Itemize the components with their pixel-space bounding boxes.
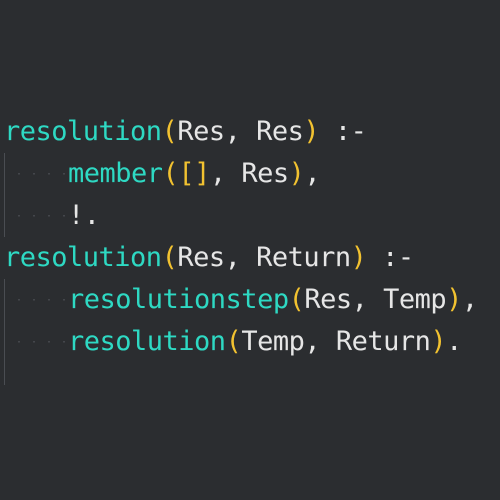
code-line-5: ···· resolutionstep(Res, Temp), xyxy=(4,279,478,321)
neck-operator: :- xyxy=(319,116,367,147)
predicate-name: resolution xyxy=(4,116,162,147)
code-line-1: resolution(Res, Res) :- xyxy=(4,111,367,153)
code-line-2: ···· member([], Res), xyxy=(4,153,321,195)
predicate-name: member xyxy=(68,158,163,189)
predicate-name: resolution xyxy=(4,242,162,273)
open-paren: ( xyxy=(161,116,178,147)
whitespace-dots-icon: ···· xyxy=(16,169,77,180)
comma: , xyxy=(304,158,321,189)
period: . xyxy=(446,326,462,357)
whitespace-dots-icon: ···· xyxy=(16,295,77,306)
indent-whitespace: ···· xyxy=(4,195,68,237)
code-line-6: ···· resolution(Temp, Return). xyxy=(4,321,462,363)
indent-guide xyxy=(4,153,5,195)
open-paren: ( xyxy=(288,284,305,315)
arguments: Res, Return xyxy=(177,242,351,273)
indent-guide xyxy=(4,279,5,321)
neck-operator: :- xyxy=(366,242,414,273)
close-paren: ) xyxy=(430,326,447,357)
indent-guide xyxy=(4,195,5,237)
code-line-4: resolution(Res, Return) :- xyxy=(4,237,414,279)
whitespace-dots-icon: ···· xyxy=(16,337,77,348)
open-paren: ( xyxy=(162,158,179,189)
indent-guide xyxy=(4,321,5,363)
close-paren: ) xyxy=(350,242,367,273)
code-editor[interactable]: resolution(Res, Res) :- ···· member([], R… xyxy=(0,0,500,500)
whitespace-dots-icon: ···· xyxy=(16,211,77,222)
close-paren: ) xyxy=(303,116,320,147)
comma: , xyxy=(461,284,478,315)
indent-guide xyxy=(4,363,5,385)
arguments: Res, Temp xyxy=(304,284,447,315)
list-close-bracket: ] xyxy=(194,158,210,189)
code-line-3: ····!. xyxy=(4,195,100,237)
predicate-name: resolution xyxy=(68,326,226,357)
arguments: Res, Res xyxy=(177,116,304,147)
indent-whitespace: ···· xyxy=(4,279,68,321)
arguments: , Res xyxy=(209,158,289,189)
close-paren: ) xyxy=(446,284,462,315)
close-paren: ) xyxy=(288,158,305,189)
indent-whitespace: ···· xyxy=(4,321,68,363)
arguments: Temp, Return xyxy=(241,326,431,357)
predicate-name: resolutionstep xyxy=(68,284,289,315)
open-paren: ( xyxy=(225,326,242,357)
open-paren: ( xyxy=(161,242,178,273)
indent-whitespace: ···· xyxy=(4,153,68,195)
list-open-bracket: [ xyxy=(178,158,195,189)
